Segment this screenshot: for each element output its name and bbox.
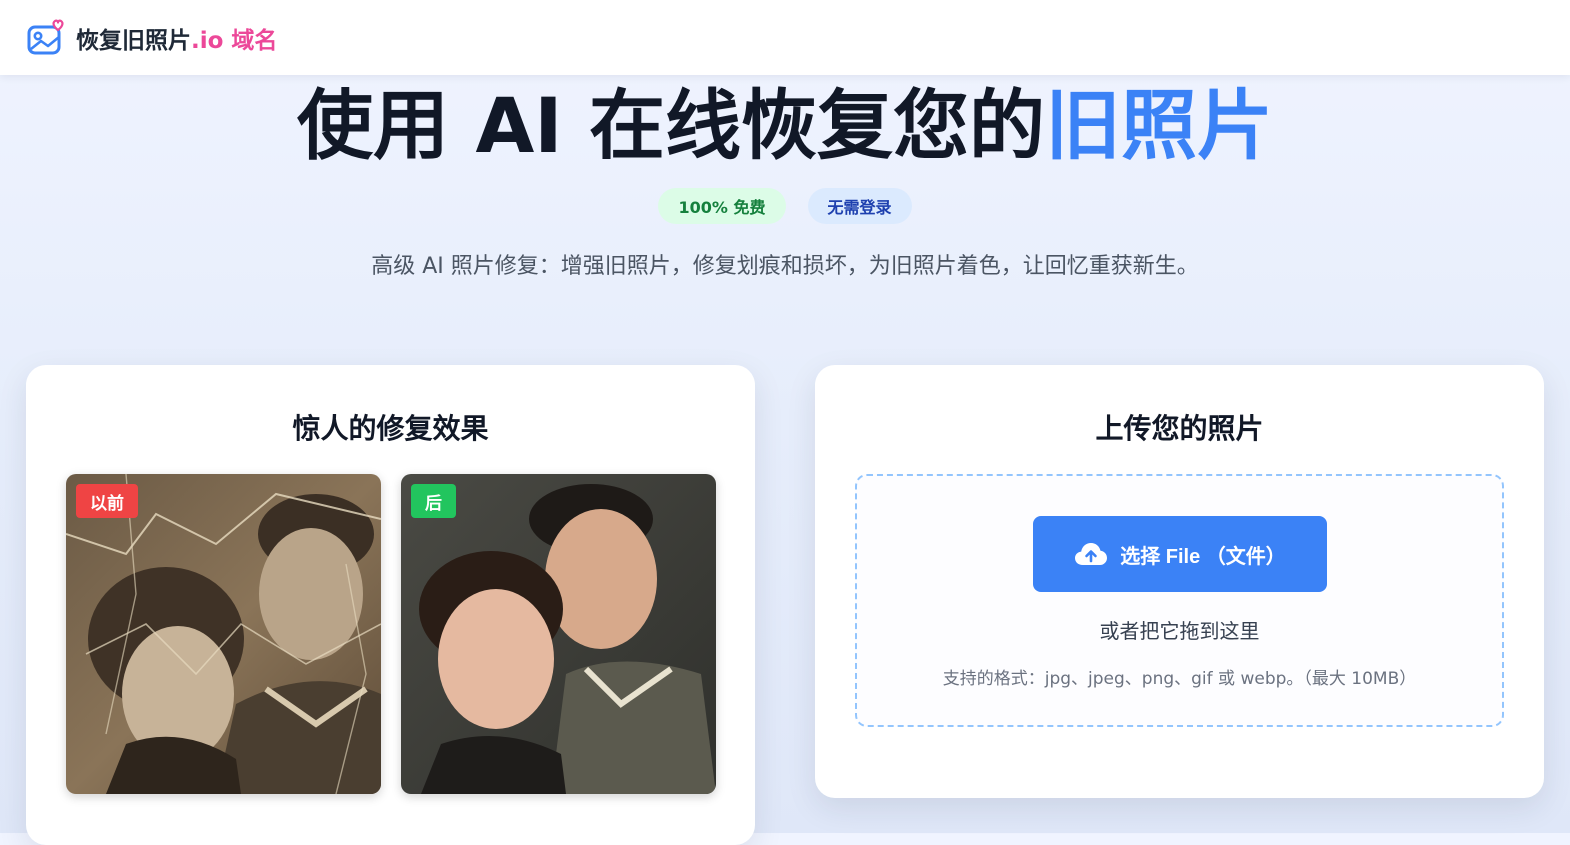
- results-card-title: 惊人的修复效果: [292, 412, 489, 445]
- brand-home-link[interactable]: 恢复旧照片.io 域名: [26, 19, 277, 57]
- upload-card: 上传您的照片 选择 File （文件） 或者把它拖到这里 支持的格式：jpg、j…: [815, 365, 1544, 798]
- brand-name: 恢复旧照片.io 域名: [76, 21, 277, 55]
- choose-file-button[interactable]: 选择 File （文件）: [1033, 516, 1327, 592]
- photo-heart-icon: [27, 19, 64, 54]
- hero-subtitle: 高级 AI 照片修复：增强旧照片，修复划痕和损坏，为旧照片着色，让回忆重获新生。: [371, 254, 1199, 279]
- choose-file-label: 选择 File （文件）: [1120, 545, 1286, 568]
- before-photo-image: [66, 474, 381, 794]
- top-navbar: 恢复旧照片.io 域名: [0, 0, 1570, 75]
- hero-title: 使用 AI 在线恢复您的旧照片: [0, 80, 1570, 172]
- before-tag: 以前: [76, 484, 138, 518]
- brand-name-main: 恢复旧照片: [76, 27, 191, 54]
- file-dropzone[interactable]: 选择 File （文件） 或者把它拖到这里 支持的格式：jpg、jpeg、png…: [855, 474, 1504, 727]
- after-tag: 后: [411, 484, 456, 518]
- before-photo: 以前: [66, 474, 381, 794]
- brand-name-accent: .io 域名: [191, 27, 278, 54]
- supported-formats-text: 支持的格式：jpg、jpeg、png、gif 或 webp。（最大 10MB）: [942, 669, 1417, 689]
- after-photo: 后: [401, 474, 716, 794]
- hero-title-main: 使用 AI 在线恢复您的: [296, 81, 1045, 170]
- drag-here-text: 或者把它拖到这里: [1099, 619, 1260, 643]
- after-photo-image: [401, 474, 716, 794]
- hero-title-highlight: 旧照片: [1045, 81, 1273, 170]
- cloud-upload-icon: [1075, 543, 1108, 565]
- upload-card-title: 上传您的照片: [1095, 412, 1264, 445]
- no-login-badge: 无需登录: [807, 188, 912, 224]
- feature-badges: 100% 免费 无需登录: [0, 188, 1570, 224]
- restoration-results-card: 惊人的修复效果 以前 后: [26, 365, 755, 845]
- free-badge: 100% 免费: [658, 188, 786, 224]
